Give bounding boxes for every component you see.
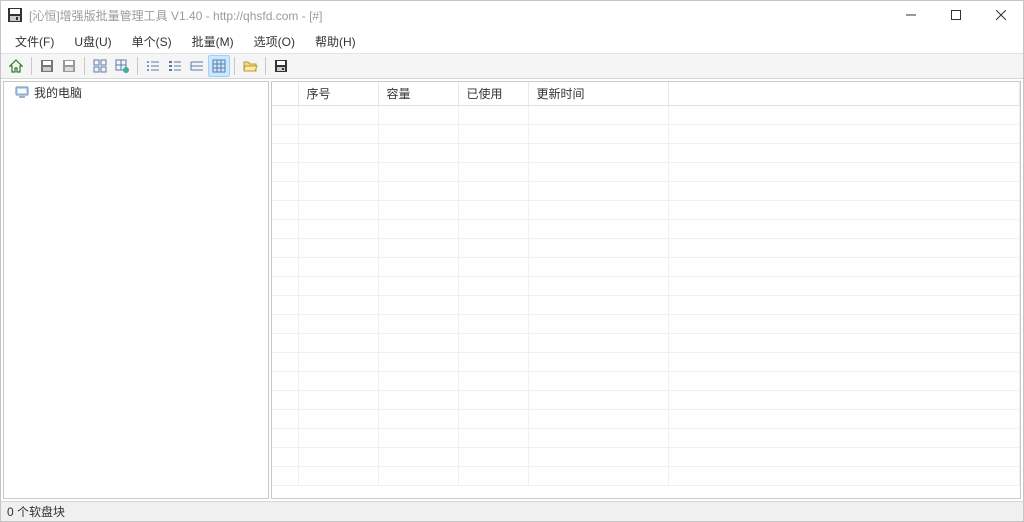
grid-view-button[interactable] xyxy=(208,55,230,77)
grid-body xyxy=(272,106,1020,486)
grid-row[interactable] xyxy=(272,372,1020,391)
list-view-1-button[interactable] xyxy=(142,55,164,77)
grid-row[interactable] xyxy=(272,258,1020,277)
grid-row[interactable] xyxy=(272,182,1020,201)
menu-file[interactable]: 文件(F) xyxy=(5,31,64,52)
grid-cells-icon xyxy=(92,58,108,74)
disk-icon xyxy=(39,58,55,74)
grid-row[interactable] xyxy=(272,201,1020,220)
grid-row[interactable] xyxy=(272,239,1020,258)
maximize-button[interactable] xyxy=(933,1,978,29)
grid-row[interactable] xyxy=(272,144,1020,163)
menubar: 文件(F) U盘(U) 单个(S) 批量(M) 选项(O) 帮助(H) xyxy=(1,29,1023,53)
window-title: [沁恒]增强版批量管理工具 V1.40 - http://qhsfd.com -… xyxy=(29,7,888,24)
list-view-2-button[interactable] xyxy=(164,55,186,77)
grid-row[interactable] xyxy=(272,106,1020,125)
app-window: [沁恒]增强版批量管理工具 V1.40 - http://qhsfd.com -… xyxy=(0,0,1024,522)
menu-udisk[interactable]: U盘(U) xyxy=(64,31,121,52)
grid-row[interactable] xyxy=(272,296,1020,315)
toolbar-separator xyxy=(137,57,138,75)
grid-row[interactable] xyxy=(272,277,1020,296)
disk-button-2[interactable] xyxy=(58,55,80,77)
grid-col-updated[interactable]: 更新时间 xyxy=(528,82,668,106)
grid-col-extra[interactable] xyxy=(668,82,1020,106)
grid-row[interactable] xyxy=(272,429,1020,448)
data-grid: 序号 容量 已使用 更新时间 xyxy=(272,82,1020,486)
grid-add-button[interactable] xyxy=(111,55,133,77)
disk-button-1[interactable] xyxy=(36,55,58,77)
toolbar-separator xyxy=(84,57,85,75)
folder-open-icon xyxy=(242,58,258,74)
grid-col-used[interactable]: 已使用 xyxy=(458,82,528,106)
tree-panel[interactable]: 我的电脑 xyxy=(3,81,269,499)
list-small-icon xyxy=(145,58,161,74)
list-medium-icon xyxy=(167,58,183,74)
grid-row[interactable] xyxy=(272,353,1020,372)
tree-root-node[interactable]: 我的电脑 xyxy=(4,82,268,102)
grid-panel[interactable]: 序号 容量 已使用 更新时间 xyxy=(271,81,1021,499)
content-area: 我的电脑 序号 容量 已使用 xyxy=(1,79,1023,501)
menu-options[interactable]: 选项(O) xyxy=(244,31,305,52)
grid-row[interactable] xyxy=(272,467,1020,486)
toolbar-separator xyxy=(31,57,32,75)
grid-row[interactable] xyxy=(272,334,1020,353)
grid-row[interactable] xyxy=(272,220,1020,239)
grid-row[interactable] xyxy=(272,410,1020,429)
grid-add-icon xyxy=(114,58,130,74)
list-view-3-button[interactable] xyxy=(186,55,208,77)
close-button[interactable] xyxy=(978,1,1023,29)
menu-help[interactable]: 帮助(H) xyxy=(305,31,366,52)
grid-row[interactable] xyxy=(272,163,1020,182)
grid-row[interactable] xyxy=(272,391,1020,410)
menu-batch[interactable]: 批量(M) xyxy=(182,31,244,52)
grid-icon xyxy=(211,58,227,74)
home-icon xyxy=(8,58,24,74)
menu-single[interactable]: 单个(S) xyxy=(122,31,182,52)
status-text: 0 个软盘块 xyxy=(7,503,65,520)
list-lines-icon xyxy=(189,58,205,74)
open-folder-button[interactable] xyxy=(239,55,261,77)
grid-col-blank[interactable] xyxy=(272,82,298,106)
toolbar-separator xyxy=(234,57,235,75)
grid-col-index[interactable]: 序号 xyxy=(298,82,378,106)
minimize-button[interactable] xyxy=(888,1,933,29)
home-button[interactable] xyxy=(5,55,27,77)
grid-cells-button[interactable] xyxy=(89,55,111,77)
grid-row[interactable] xyxy=(272,448,1020,467)
grid-col-capacity[interactable]: 容量 xyxy=(378,82,458,106)
titlebar: [沁恒]增强版批量管理工具 V1.40 - http://qhsfd.com -… xyxy=(1,1,1023,29)
window-controls xyxy=(888,1,1023,29)
toolbar-separator xyxy=(265,57,266,75)
grid-header-row: 序号 容量 已使用 更新时间 xyxy=(272,82,1020,106)
statusbar: 0 个软盘块 xyxy=(1,501,1023,521)
toolbar xyxy=(1,53,1023,79)
tree-root-label: 我的电脑 xyxy=(34,84,82,101)
app-floppy-icon xyxy=(7,7,23,23)
save-icon xyxy=(273,58,289,74)
grid-row[interactable] xyxy=(272,315,1020,334)
disk-icon xyxy=(61,58,77,74)
save-button[interactable] xyxy=(270,55,292,77)
computer-icon xyxy=(14,84,30,100)
grid-row[interactable] xyxy=(272,125,1020,144)
